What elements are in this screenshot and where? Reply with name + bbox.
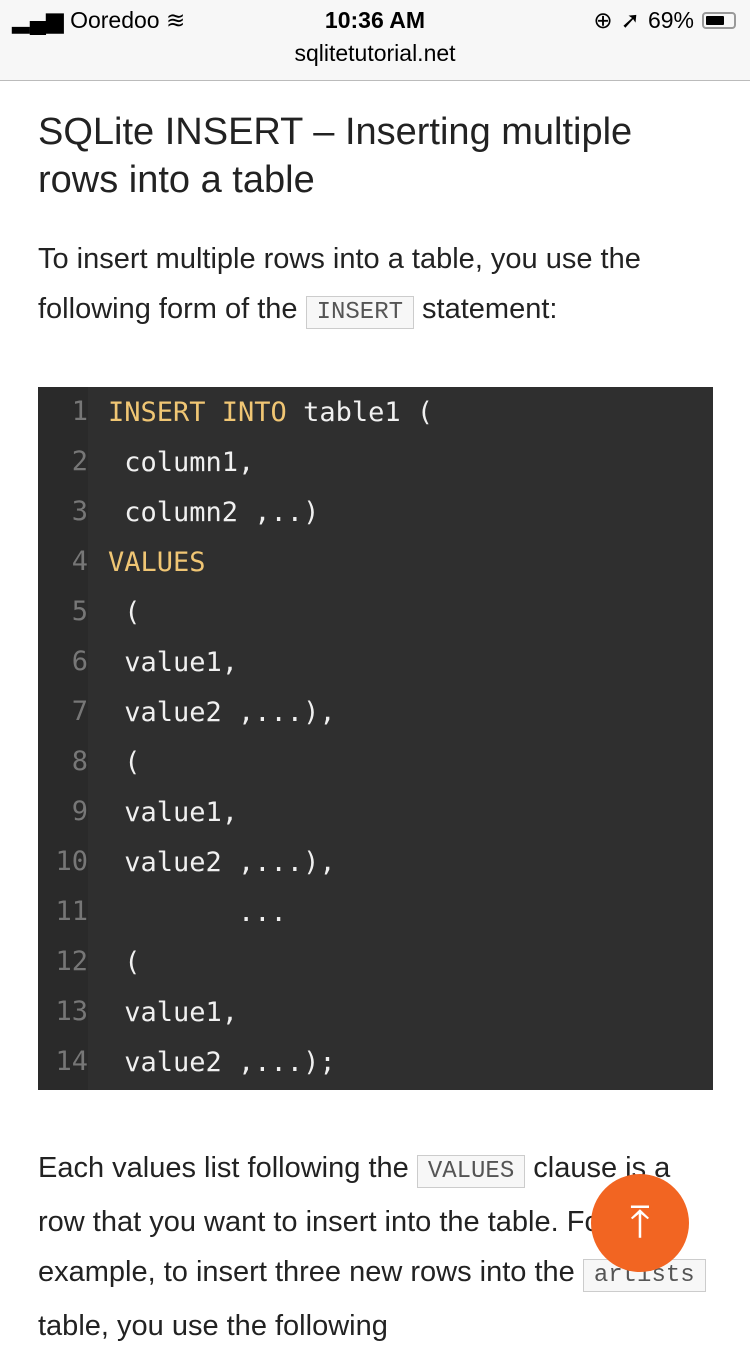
code-text: value2 ,...),: [108, 846, 336, 878]
rotation-lock-icon: ⊕: [593, 7, 613, 33]
line-number: 1: [38, 387, 88, 437]
location-icon: ➚: [620, 7, 640, 33]
code-line: 3 column2 ,..): [38, 487, 713, 537]
battery-percent: 69%: [647, 7, 694, 33]
line-number: 8: [38, 737, 88, 787]
line-number: 14: [38, 1037, 88, 1087]
line-number: 5: [38, 587, 88, 637]
line-number: 7: [38, 687, 88, 737]
line-number: 12: [38, 937, 88, 987]
code-text: value1,: [108, 996, 239, 1028]
line-number: 6: [38, 637, 88, 687]
url-bar[interactable]: sqlitetutorial.net: [0, 40, 750, 67]
code-text: (: [108, 746, 141, 778]
code-text: column1,: [108, 446, 255, 478]
page-title: SQLite INSERT – Inserting multiple rows …: [38, 111, 633, 201]
code-line: 7 value2 ,...),: [38, 687, 713, 737]
code-line: 6 value1,: [38, 637, 713, 687]
code-text: value2 ,...),: [108, 696, 336, 728]
code-line: 13 value1,: [38, 987, 713, 1037]
code-line: 8 (: [38, 737, 713, 787]
line-number: 9: [38, 787, 88, 837]
code-line: 4 VALUES: [38, 537, 713, 587]
code-text: INSERT INTO table1 (: [108, 396, 434, 428]
code-text: ...: [108, 896, 287, 928]
article: SQLite INSERT – Inserting multiple rows …: [38, 80, 713, 338]
intro-paragraph: To insert multiple rows into a table, yo…: [38, 234, 713, 338]
code-text: value1,: [108, 646, 239, 678]
code-block: 1 INSERT INTO table1 (2 column1, 3 column2…: [38, 387, 713, 1090]
line-number: 13: [38, 987, 88, 1037]
code-line: 10 value2 ,...),: [38, 837, 713, 887]
code-line: 9 value1,: [38, 787, 713, 837]
line-number: 3: [38, 487, 88, 537]
code-line: 5 (: [38, 587, 713, 637]
sql-keyword: INSERT INTO: [108, 396, 287, 428]
inline-code: INSERT: [305, 296, 414, 329]
sql-keyword: VALUES: [108, 546, 206, 578]
back-to-top-button[interactable]: ⤒: [591, 1174, 689, 1272]
line-number: 2: [38, 437, 88, 487]
code-line: 12 (: [38, 937, 713, 987]
code-text: (: [108, 946, 141, 978]
status-right: ⊕ ➚ 69%: [593, 7, 736, 34]
code-text: (: [108, 596, 141, 628]
line-number: 10: [38, 837, 88, 887]
code-line: 1 INSERT INTO table1 (: [38, 387, 713, 437]
line-number: 11: [38, 887, 88, 937]
code-text: column2 ,..): [108, 496, 320, 528]
battery-icon: [702, 12, 736, 29]
status-bar: ▂▄▆ Ooredoo ≋ 10:36 AM ⊕ ➚ 69% sqlitetut…: [0, 0, 750, 81]
code-text: VALUES: [88, 547, 206, 578]
line-number: 4: [38, 537, 88, 587]
code-line: 11 ...: [38, 887, 713, 937]
inline-code: VALUES: [416, 1155, 526, 1188]
code-text: value2 ,...);: [108, 1046, 336, 1078]
code-text: value1,: [108, 796, 239, 828]
code-line: 14 value2 ,...);: [38, 1037, 713, 1087]
code-line: 2 column1,: [38, 437, 713, 487]
